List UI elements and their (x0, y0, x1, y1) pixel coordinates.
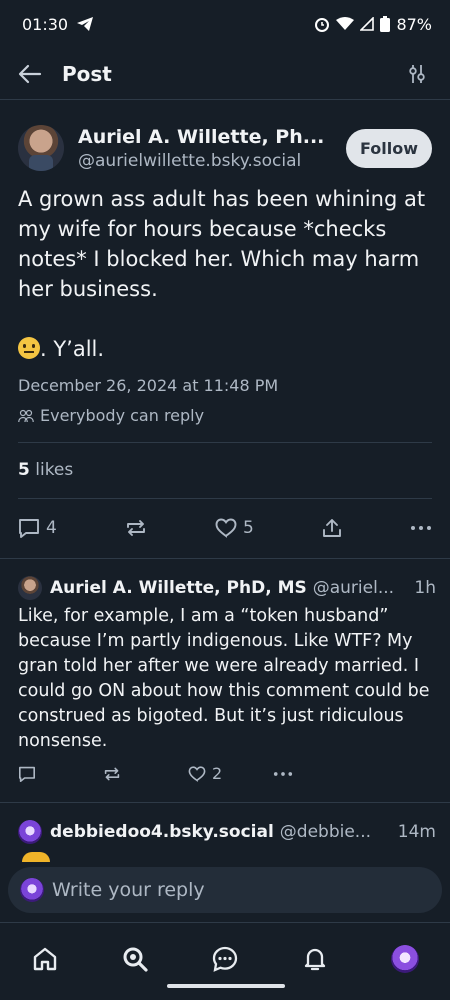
telegram-icon (77, 17, 94, 31)
comment-icon (19, 766, 35, 782)
divider (18, 498, 432, 499)
reply-like-button[interactable]: 2 (188, 764, 273, 783)
reply2-header: debbiedoo4.bsky.social @debbie... 14m (18, 820, 436, 844)
reply2-timestamp: 14m (397, 822, 436, 842)
reply-setting-label: Everybody can reply (40, 406, 205, 425)
heart-icon (215, 518, 237, 538)
likes-summary[interactable]: 5 likes (18, 460, 73, 480)
divider (0, 558, 450, 559)
more-options-button[interactable] (410, 525, 432, 531)
bell-icon (304, 948, 326, 971)
ellipsis-icon (273, 771, 293, 776)
author-handle[interactable]: @aurielwillette.bsky.social (78, 151, 338, 171)
reply-button[interactable]: 4 (18, 518, 57, 538)
likes-count: 5 (18, 460, 30, 480)
nav-notifications[interactable] (293, 937, 337, 981)
reply-like-count: 2 (212, 764, 223, 783)
reply2-author-name[interactable]: debbiedoo4.bsky.social (50, 822, 274, 842)
reply-composer[interactable]: Write your reply (8, 867, 442, 913)
search-icon (123, 947, 148, 972)
reply-author-handle[interactable]: @auriel... (313, 578, 409, 598)
share-button[interactable] (322, 518, 342, 538)
status-time: 01:30 (22, 14, 69, 34)
app-header: Post (0, 48, 450, 100)
share-icon (322, 519, 341, 537)
profile-avatar (391, 945, 419, 973)
author-name[interactable]: Auriel A. Willette, Ph... (78, 126, 328, 148)
wifi-icon (336, 17, 355, 30)
ellipsis-icon (410, 526, 431, 530)
people-icon (18, 409, 34, 422)
comment-icon (19, 519, 39, 538)
home-icon (33, 947, 57, 971)
post-text: A grown ass adult has been whining at my… (18, 184, 438, 364)
reply-action-bar: 2 (18, 764, 358, 783)
repost-icon (126, 520, 145, 536)
partial-avatar (22, 852, 50, 862)
reply2-author-avatar[interactable] (18, 820, 42, 844)
back-button[interactable] (18, 57, 52, 91)
status-bar: 01:30 87% (0, 0, 450, 48)
reply-header: Auriel A. Willette, PhD, MS @auriel... 1… (18, 576, 436, 600)
thread-settings-button[interactable] (402, 59, 432, 89)
chat-icon (212, 946, 238, 972)
post-timestamp: December 26, 2024 at 11:48 PM (18, 376, 279, 395)
nav-chat[interactable] (203, 937, 247, 981)
signal-icon (360, 17, 375, 31)
reply-reply-button[interactable] (18, 766, 103, 782)
arrow-left-icon (18, 64, 42, 83)
bottom-navigation (0, 922, 450, 1000)
composer-placeholder: Write your reply (52, 879, 205, 901)
neutral-face-emoji-icon (18, 337, 40, 359)
post-text-main: A grown ass adult has been whining at my… (18, 187, 426, 301)
composer-avatar (20, 878, 44, 902)
author-avatar[interactable] (18, 125, 64, 171)
alarm-icon (315, 18, 330, 32)
reply-more-options-button[interactable] (273, 771, 358, 777)
nav-search[interactable] (113, 937, 157, 981)
like-button[interactable]: 5 (215, 518, 254, 538)
follow-button[interactable]: Follow (345, 128, 432, 168)
reply-repost-button[interactable] (103, 766, 188, 782)
reply-timestamp: 1h (414, 578, 436, 598)
likes-label: likes (35, 460, 74, 480)
like-count: 5 (242, 518, 254, 538)
nav-home[interactable] (23, 937, 67, 981)
reply-author-name[interactable]: Auriel A. Willette, PhD, MS (50, 578, 307, 598)
battery-icon (380, 16, 391, 32)
heart-icon (188, 765, 206, 782)
divider (18, 442, 432, 443)
reply-count: 4 (46, 518, 57, 538)
post-action-bar: 4 5 (18, 514, 432, 542)
reply-setting[interactable]: Everybody can reply (18, 406, 204, 425)
page-title: Post (62, 61, 112, 86)
post-text-tail: . Y’all. (40, 337, 105, 361)
reply-author-avatar[interactable] (18, 576, 42, 600)
battery-percent: 87% (396, 14, 432, 34)
sliders-icon (409, 64, 425, 83)
repost-icon (104, 767, 120, 780)
home-indicator (167, 984, 285, 988)
divider (0, 802, 450, 803)
post-author-row: Auriel A. Willette, Ph... @aurielwillett… (18, 120, 432, 176)
reply2-author-handle[interactable]: @debbie... (280, 822, 392, 842)
reply-text: Like, for example, I am a “token husband… (18, 606, 430, 751)
nav-profile[interactable] (383, 937, 427, 981)
repost-button[interactable] (125, 518, 147, 538)
